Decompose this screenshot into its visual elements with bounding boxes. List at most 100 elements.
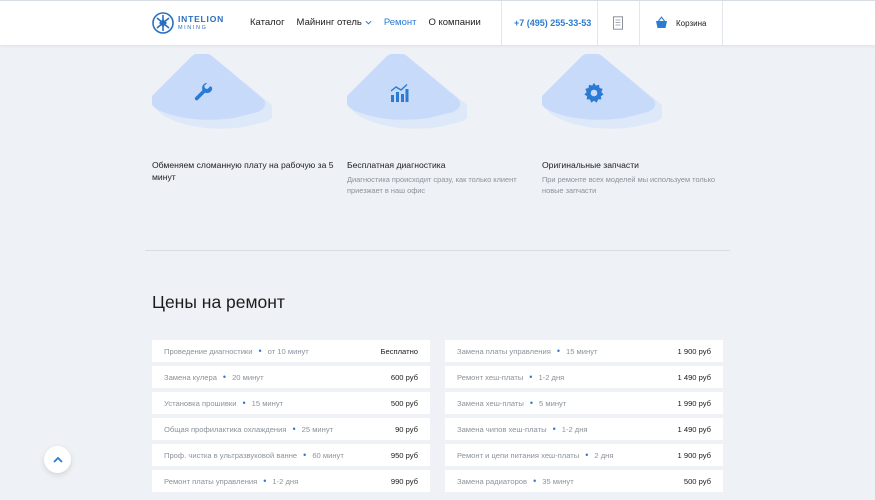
- nav-item-repair[interactable]: Ремонт: [384, 17, 417, 28]
- bullet: •: [222, 372, 227, 382]
- service-name: Общая профилактика охлаждения: [164, 424, 287, 434]
- nav-label: О компании: [428, 17, 481, 28]
- feature-desc: Диагностика происходит сразу, как только…: [347, 175, 517, 195]
- nav-label: Каталог: [250, 17, 285, 28]
- service-time: 15 минут: [566, 346, 598, 356]
- service-name: Ремонт платы управления: [164, 476, 258, 486]
- price-row: Общая профилактика охлаждения • 25 минут 90…: [152, 418, 430, 440]
- bullet: •: [258, 346, 262, 356]
- price-row: Ремонт и цепи питания хеш-платы • 2 дня 1 9…: [445, 444, 723, 466]
- chevron-up-icon: [52, 456, 63, 463]
- nav-item-about[interactable]: О компании: [428, 17, 480, 28]
- header-divider: [639, 1, 640, 46]
- bullet: •: [263, 476, 267, 486]
- header-divider: [597, 1, 598, 46]
- section-divider: [145, 250, 730, 251]
- service-price: 1 490 руб: [677, 372, 711, 382]
- service-name: Проф. чистка в ультразвуковой ванне: [164, 450, 298, 460]
- service-price: 1 900 руб: [677, 346, 711, 356]
- gear-icon: [584, 82, 604, 103]
- logo-icon: [152, 12, 174, 34]
- bullet: •: [529, 372, 533, 382]
- service-time: 1-2 дня: [561, 424, 588, 434]
- site-header: INTELION MINING Каталог Майнинг отель Ре…: [0, 0, 875, 46]
- feature-card: Бесплатная диагностика Диагностика проис…: [345, 52, 532, 195]
- service-price: 1 900 руб: [677, 450, 711, 460]
- feature-card: Обменяем сломанную плату на рабочую за 5…: [150, 52, 337, 182]
- service-name: Ремонт хеш-платы: [457, 372, 524, 382]
- service-price: 1 490 руб: [677, 424, 711, 434]
- cart-label[interactable]: Корзина: [676, 19, 706, 28]
- phone-link[interactable]: +7 (495) 255-33-53: [514, 18, 591, 28]
- feature-card: Оригинальные запчасти При ремонте всех м…: [540, 52, 727, 195]
- service-time: 5 минут: [539, 398, 567, 408]
- service-name: Замена хеш-платы: [457, 398, 524, 408]
- main-nav: Каталог Майнинг отель Ремонт О компании: [250, 17, 493, 28]
- bullet: •: [556, 346, 560, 356]
- service-name: Замена платы управления: [457, 346, 551, 356]
- service-time: 2 дня: [594, 450, 614, 460]
- nav-label: Майнинг отель: [296, 17, 362, 28]
- service-time: 60 минут: [312, 450, 344, 460]
- service-time: 35 минут: [542, 476, 574, 486]
- price-row: Замена хеш-платы • 5 минут 1 990 руб: [445, 392, 723, 414]
- service-name: Установка прошивки: [164, 398, 237, 408]
- cart-icon[interactable]: [655, 16, 668, 29]
- price-row: Замена радиаторов • 35 минут 500 руб: [445, 470, 723, 492]
- service-time: 1-2 дня: [538, 372, 565, 382]
- bullet: •: [529, 398, 534, 408]
- chart-icon: [390, 83, 409, 102]
- service-name: Ремонт и цепи питания хеш-платы: [457, 450, 580, 460]
- logo[interactable]: INTELION MINING: [152, 12, 224, 34]
- logo-name: INTELION: [178, 14, 225, 24]
- bullet: •: [242, 398, 246, 408]
- nav-label: Ремонт: [383, 17, 417, 28]
- service-name: Замена чипов хеш-платы: [457, 424, 547, 434]
- feature-title: Оригинальные запчасти: [542, 160, 639, 170]
- service-price: 950 руб: [390, 450, 418, 460]
- price-row: Замена кулера • 20 минут 600 руб: [152, 366, 430, 388]
- service-time: 20 минут: [232, 372, 264, 382]
- price-row: Замена платы управления • 15 минут 1 900 ру…: [445, 340, 723, 362]
- section-title: Цены на ремонт: [152, 292, 285, 312]
- service-time: 25 минут: [301, 424, 334, 434]
- price-row: Проф. чистка в ультразвуковой ванне • 60 м…: [152, 444, 430, 466]
- service-price: 90 руб: [395, 424, 418, 434]
- service-name: Замена кулера: [164, 372, 217, 382]
- price-row: Установка прошивки • 15 минут 500 руб: [152, 392, 430, 414]
- service-time: 1-2 дня: [272, 476, 299, 486]
- price-list-right: Замена платы управления • 15 минут 1 900 ру…: [445, 340, 723, 496]
- price-row: Ремонт платы управления • 1-2 дня 990 руб: [152, 470, 430, 492]
- bullet: •: [585, 450, 589, 460]
- service-time: от 10 минут: [267, 346, 309, 356]
- service-price: 500 руб: [390, 398, 418, 408]
- compare-icon[interactable]: [612, 16, 624, 30]
- bullet: •: [552, 424, 556, 434]
- price-list-left: Проведение диагностики • от 10 минут Беспла…: [152, 340, 430, 496]
- nav-item-mining-hotel[interactable]: Майнинг отель: [297, 17, 372, 28]
- service-time: 15 минут: [251, 398, 284, 408]
- service-price: 1 990 руб: [677, 398, 711, 408]
- bullet: •: [303, 450, 307, 460]
- bullet: •: [292, 424, 296, 434]
- service-price: 600 руб: [390, 372, 418, 382]
- service-price: 990 руб: [390, 476, 418, 486]
- scroll-to-top-button[interactable]: [44, 446, 71, 473]
- feature-title: Бесплатная диагностика: [347, 160, 446, 170]
- bullet: •: [533, 476, 537, 486]
- service-price: 500 руб: [683, 476, 711, 486]
- price-row: Ремонт хеш-платы • 1-2 дня 1 490 руб: [445, 366, 723, 388]
- nav-item-catalog[interactable]: Каталог: [250, 17, 285, 28]
- service-name: Проведение диагностики: [164, 346, 253, 356]
- header-divider: [722, 1, 723, 46]
- price-row: Замена чипов хеш-платы • 1-2 дня 1 490 руб: [445, 418, 723, 440]
- price-row: Проведение диагностики • от 10 минут Беспла…: [152, 340, 430, 362]
- feature-title: Обменяем сломанную плату на рабочую за 5…: [152, 160, 334, 182]
- service-name: Замена радиаторов: [457, 476, 528, 486]
- feature-desc: При ремонте всех моделей мы используем т…: [542, 175, 715, 195]
- header-divider: [501, 1, 502, 46]
- wrench-icon: [194, 82, 213, 101]
- logo-sub: MINING: [178, 24, 208, 31]
- service-price: Бесплатно: [380, 346, 419, 356]
- chevron-down-icon: [365, 20, 372, 25]
